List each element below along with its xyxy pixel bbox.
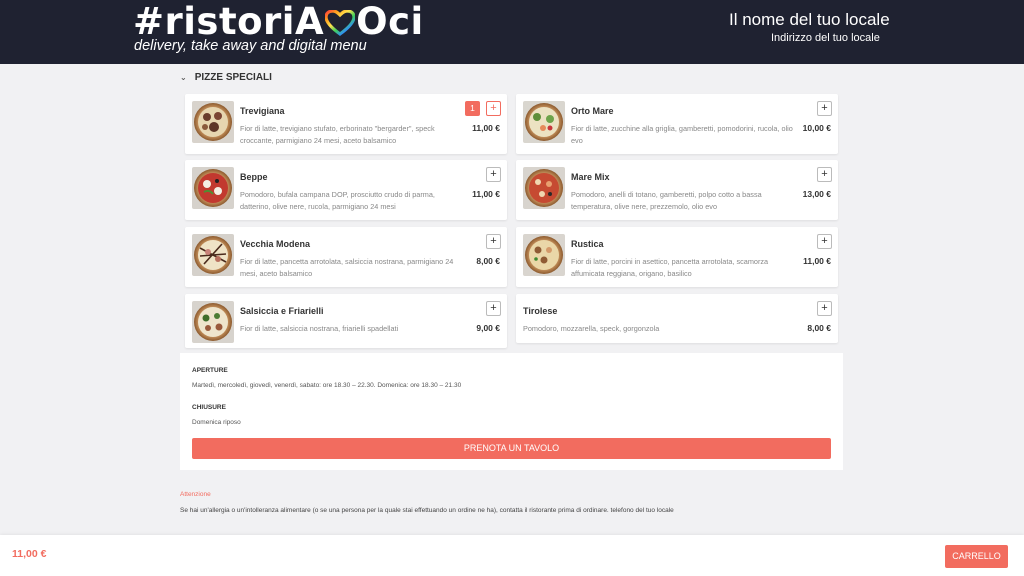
cart-button[interactable]: CARRELLO — [945, 545, 1008, 568]
item-description: Fior di latte, porcini in asettico, panc… — [571, 257, 769, 278]
cart-bar: 11,00 € CARRELLO — [0, 535, 1024, 576]
item-price: 9,00 € — [476, 323, 500, 333]
item-name: Salsiccia e Friarielli — [240, 306, 324, 316]
pizza-photo — [192, 101, 234, 143]
notice-text: Se hai un'allergia o un'intolleranza ali… — [180, 507, 674, 514]
item-name: Trevigiana — [240, 106, 285, 116]
pizza-photo — [523, 167, 565, 209]
menu-item-beppe[interactable]: Beppe Pomodoro, bufala campana DOP, pros… — [185, 160, 507, 220]
item-name: Rustica — [571, 239, 604, 249]
item-price: 8,00 € — [807, 323, 831, 333]
logo[interactable]: #ristoriA Oci — [133, 2, 424, 42]
item-description: Pomodoro, mozzarella, speck, gorgonzola — [523, 324, 660, 333]
logo-text-right: Oci — [356, 0, 424, 43]
venue-address: Indirizzo del tuo locale — [771, 32, 880, 44]
pizza-photo — [192, 234, 234, 276]
item-name: Beppe — [240, 172, 268, 182]
item-price: 11,00 € — [472, 189, 500, 199]
item-name: Vecchia Modena — [240, 239, 311, 249]
menu-item-salsiccia-e-friarielli[interactable]: Salsiccia e Friarielli Fior di latte, sa… — [185, 294, 507, 348]
pizza-photo — [192, 167, 234, 209]
add-button[interactable]: + — [817, 101, 832, 116]
item-price: 8,00 € — [476, 256, 500, 266]
add-button[interactable]: + — [486, 101, 501, 116]
add-button[interactable]: + — [817, 234, 832, 249]
add-button[interactable]: + — [817, 301, 832, 316]
opening-hours-panel: APERTURE Martedì, mercoledì, giovedì, ve… — [180, 353, 843, 470]
openings-text: Martedì, mercoledì, giovedì, venerdì, sa… — [192, 382, 462, 389]
menu-item-trevigiana[interactable]: Trevigiana Fior di latte, trevigiano stu… — [185, 94, 507, 154]
pizza-photo — [523, 234, 565, 276]
rainbow-heart-icon — [325, 10, 356, 36]
notice-title: Attenzione — [180, 491, 211, 498]
closures-label: CHIUSURE — [192, 404, 226, 411]
cart-total: 11,00 € — [12, 548, 47, 560]
item-price: 13,00 € — [802, 189, 831, 199]
item-name: Mare Mix — [571, 172, 610, 182]
item-price: 11,00 € — [472, 123, 500, 133]
menu-item-vecchia-modena[interactable]: Vecchia Modena Fior di latte, pancetta a… — [185, 227, 507, 287]
item-quantity-badge: 1 — [465, 101, 480, 116]
section-title: PIZZE SPECIALI — [194, 72, 272, 83]
openings-label: APERTURE — [192, 367, 228, 374]
item-description: Fior di latte, zucchine alla griglia, ga… — [571, 124, 793, 145]
menu-item-rustica[interactable]: Rustica Fior di latte, porcini in asetti… — [516, 227, 838, 287]
app-header: #ristoriA Oci delivery, take away and di… — [0, 0, 1024, 64]
item-description: Fior di latte, pancetta arrotolata, sals… — [240, 257, 454, 278]
closures-text: Domenica riposo — [192, 419, 241, 426]
add-button[interactable]: + — [486, 167, 501, 182]
book-table-button[interactable]: PRENOTA UN TAVOLO — [192, 438, 831, 459]
logo-text-left: #ristoriA — [133, 0, 325, 43]
section-toggle-pizze-speciali[interactable]: ⌄ PIZZE SPECIALI — [180, 72, 272, 83]
item-name: Tirolese — [523, 306, 558, 316]
add-button[interactable]: + — [817, 167, 832, 182]
pizza-photo — [523, 101, 565, 143]
item-price: 11,00 € — [803, 256, 831, 266]
menu-item-mare-mix[interactable]: Mare Mix Pomodoro, anelli di totano, gam… — [516, 160, 838, 220]
item-description: Fior di latte, salsiccia nostrana, friar… — [240, 324, 399, 333]
pizza-photo — [192, 301, 234, 343]
menu-item-orto-mare[interactable]: Orto Mare Fior di latte, zucchine alla g… — [516, 94, 838, 154]
item-description: Fior di latte, trevigiano stufato, erbor… — [240, 124, 435, 145]
add-button[interactable]: + — [486, 301, 501, 316]
menu-item-tirolese[interactable]: Tirolese Pomodoro, mozzarella, speck, go… — [516, 294, 838, 343]
chevron-down-icon: ⌄ — [180, 73, 187, 82]
logo-tagline: delivery, take away and digital menu — [134, 38, 367, 54]
venue-name: Il nome del tuo locale — [729, 10, 890, 29]
add-button[interactable]: + — [486, 234, 501, 249]
item-price: 10,00 € — [802, 123, 831, 133]
item-description: Pomodoro, anelli di totano, gamberetti, … — [571, 190, 762, 211]
item-description: Pomodoro, bufala campana DOP, prosciutto… — [240, 190, 435, 211]
item-name: Orto Mare — [571, 106, 614, 116]
